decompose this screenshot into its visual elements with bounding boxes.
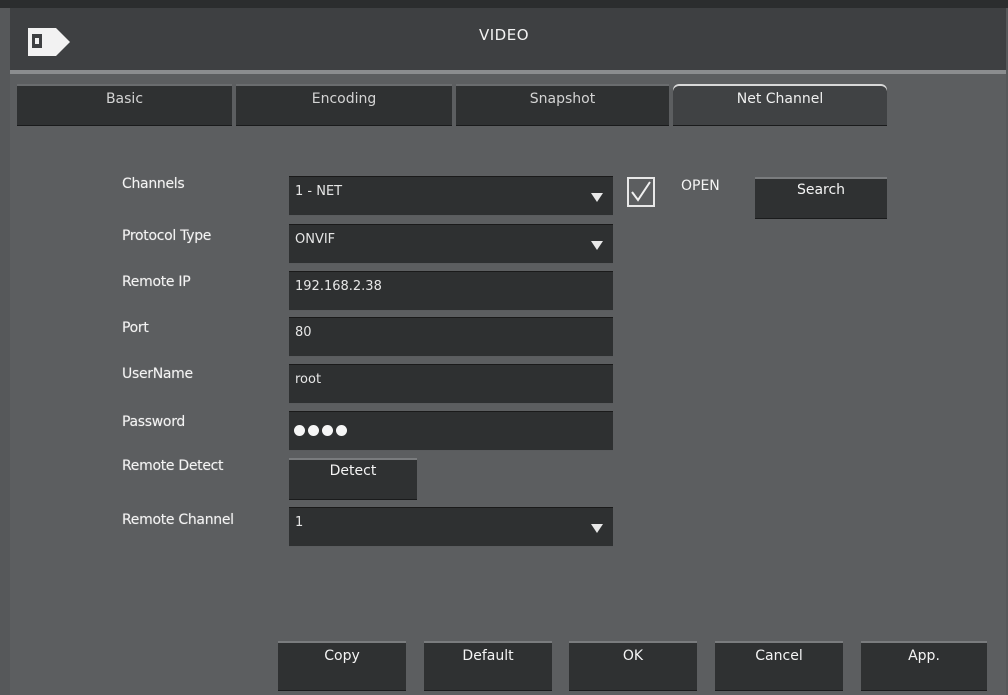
password-mask bbox=[294, 425, 350, 440]
password-dot bbox=[322, 425, 333, 436]
apply-button[interactable]: App. bbox=[861, 641, 987, 691]
tab-encoding[interactable]: Encoding bbox=[236, 84, 452, 126]
channels-label: Channels bbox=[122, 176, 185, 192]
detect-button[interactable]: Detect bbox=[289, 458, 417, 500]
remote-channel-value: 1 bbox=[295, 515, 304, 530]
remote-ip-value: 192.168.2.38 bbox=[295, 279, 382, 294]
default-button-label: Default bbox=[462, 648, 514, 664]
window-title: VIDEO bbox=[478, 26, 530, 44]
password-dot bbox=[308, 425, 319, 436]
apply-button-label: App. bbox=[908, 648, 940, 664]
tab-label: Encoding bbox=[311, 91, 377, 107]
ok-button[interactable]: OK bbox=[569, 641, 697, 691]
password-label: Password bbox=[122, 414, 185, 430]
tab-label: Snapshot bbox=[529, 91, 596, 107]
tab-net-channel[interactable]: Net Channel bbox=[673, 84, 887, 126]
remote-channel-label: Remote Channel bbox=[122, 512, 234, 528]
default-button[interactable]: Default bbox=[424, 641, 552, 691]
chevron-down-icon bbox=[591, 524, 603, 533]
protocol-type-value: ONVIF bbox=[295, 232, 336, 247]
password-dot bbox=[294, 425, 305, 436]
open-label: OPEN bbox=[681, 178, 720, 194]
port-label: Port bbox=[122, 320, 149, 336]
port-value: 80 bbox=[295, 325, 312, 340]
password-field[interactable] bbox=[289, 411, 613, 451]
remote-ip-label: Remote IP bbox=[122, 274, 191, 290]
search-button[interactable]: Search bbox=[755, 177, 887, 219]
remote-ip-field[interactable]: 192.168.2.38 bbox=[289, 271, 613, 311]
checkmark-icon bbox=[631, 181, 651, 202]
ok-button-label: OK bbox=[622, 648, 644, 664]
chevron-down-icon bbox=[591, 241, 603, 250]
detect-button-label: Detect bbox=[329, 463, 377, 479]
tab-snapshot[interactable]: Snapshot bbox=[456, 84, 669, 126]
channels-value: 1 - NET bbox=[295, 184, 343, 199]
top-border bbox=[0, 0, 1008, 8]
tab-label: Net Channel bbox=[736, 91, 824, 107]
search-button-label: Search bbox=[796, 182, 846, 198]
cancel-button[interactable]: Cancel bbox=[715, 641, 843, 691]
protocol-type-label: Protocol Type bbox=[122, 228, 212, 244]
username-value: root bbox=[295, 372, 322, 387]
remote-channel-select[interactable]: 1 bbox=[289, 507, 613, 547]
open-checkbox[interactable] bbox=[627, 177, 655, 207]
channels-select[interactable]: 1 - NET bbox=[289, 176, 613, 216]
username-label: UserName bbox=[122, 366, 193, 382]
tab-basic[interactable]: Basic bbox=[17, 84, 232, 126]
chevron-down-icon bbox=[591, 193, 603, 202]
copy-button[interactable]: Copy bbox=[278, 641, 406, 691]
port-field[interactable]: 80 bbox=[289, 317, 613, 357]
password-dot bbox=[336, 425, 347, 436]
username-field[interactable]: root bbox=[289, 364, 613, 404]
video-settings-window: VIDEO Basic Encoding Snapshot Net Channe… bbox=[0, 0, 1008, 695]
protocol-type-select[interactable]: ONVIF bbox=[289, 224, 613, 264]
remote-detect-label: Remote Detect bbox=[122, 458, 224, 474]
cancel-button-label: Cancel bbox=[755, 648, 803, 664]
copy-button-label: Copy bbox=[324, 648, 360, 664]
tab-label: Basic bbox=[105, 91, 144, 107]
